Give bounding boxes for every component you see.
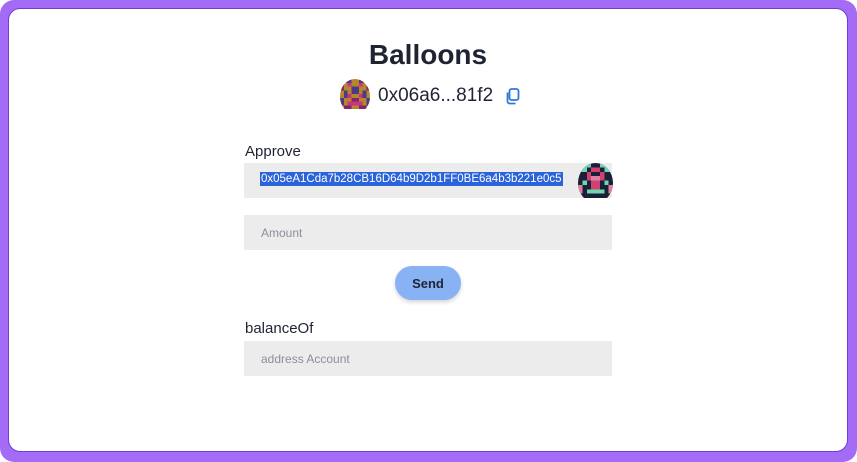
balance-of-field-wrap xyxy=(244,341,612,376)
approve-label: Approve xyxy=(245,143,301,160)
spender-address-value[interactable]: 0x05eA1Cda7b28CB16D64b9D2b1FF0BE6a4b3b22… xyxy=(260,172,563,186)
copy-icon[interactable] xyxy=(505,87,520,105)
amount-input[interactable] xyxy=(244,215,612,250)
spender-address-field[interactable]: 0x05eA1Cda7b28CB16D64b9D2b1FF0BE6a4b3b22… xyxy=(244,163,613,198)
account-address-row: 0x06a6...81f2 xyxy=(340,78,520,114)
amount-field-wrap xyxy=(244,215,612,250)
balance-of-address-input[interactable] xyxy=(244,341,612,376)
account-address: 0x06a6...81f2 xyxy=(378,85,494,106)
window-frame: Balloons 0x06a6...81f2 Approve 0x05eA1Cd… xyxy=(0,0,857,462)
send-button[interactable]: Send xyxy=(395,266,461,300)
main-card: Balloons 0x06a6...81f2 Approve 0x05eA1Cd… xyxy=(8,8,848,452)
spender-avatar-icon xyxy=(578,163,613,203)
balance-of-label: balanceOf xyxy=(245,320,314,337)
account-avatar-icon xyxy=(340,78,370,114)
page-title: Balloons xyxy=(368,39,488,70)
